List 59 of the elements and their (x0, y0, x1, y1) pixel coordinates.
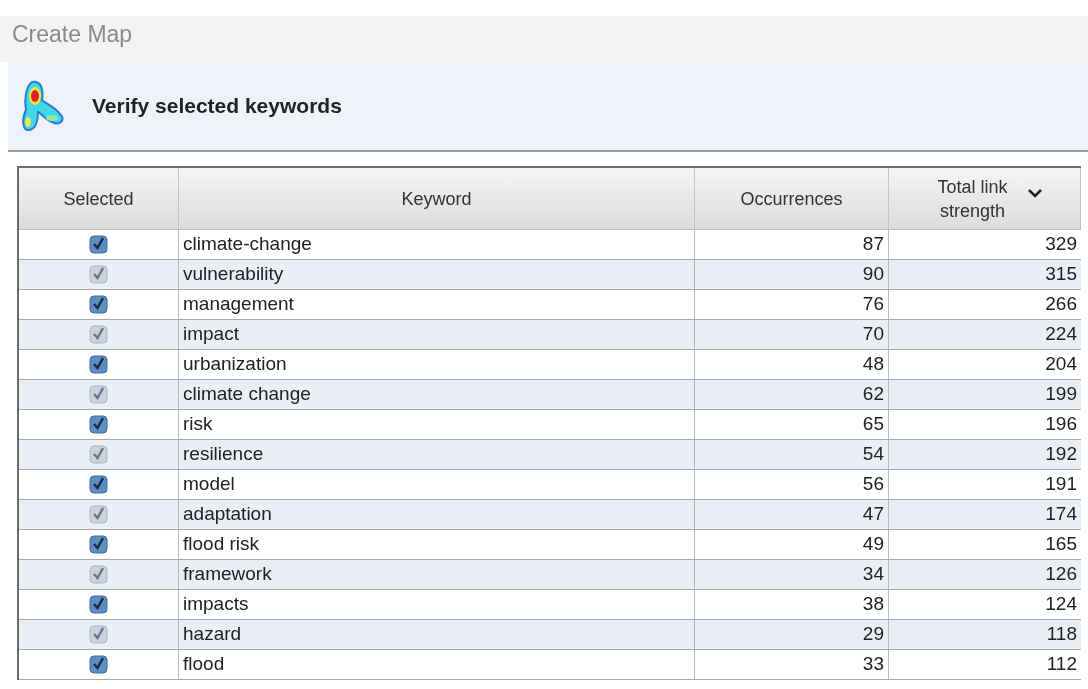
table-cell: risk (179, 410, 695, 439)
table-cell: 48 (695, 350, 889, 379)
table-cell-text: 204 (1044, 352, 1078, 377)
table-cell: framework (179, 560, 695, 589)
table-cell-text: 124 (1044, 592, 1078, 617)
table-cell: impact (179, 320, 695, 349)
table-cell: 54 (695, 440, 889, 469)
column-header[interactable]: Total link strength (889, 168, 1081, 229)
table-cell: urbanization (179, 350, 695, 379)
table-cell: impacts (179, 590, 695, 619)
table-cell: 70 (695, 320, 889, 349)
table-cell: flood risk (179, 530, 695, 559)
table-cell: 87 (695, 230, 889, 259)
table-cell-text: 199 (1044, 382, 1078, 407)
table-cell: 56 (695, 470, 889, 499)
checkbox[interactable] (89, 475, 108, 494)
table-cell: 38 (695, 590, 889, 619)
table-cell-text: 165 (1044, 532, 1078, 557)
checkbox[interactable] (89, 415, 108, 434)
table-cell: adaptation (179, 500, 695, 529)
column-header[interactable]: Keyword (179, 168, 695, 229)
table-cell-text: 315 (1044, 262, 1078, 287)
checkbox[interactable] (89, 355, 108, 374)
checkbox[interactable] (89, 235, 108, 254)
table-cell-text: 329 (1044, 232, 1078, 257)
window-title: Create Map (12, 20, 133, 49)
table-cell: management (179, 290, 695, 319)
table-cell: 29 (695, 620, 889, 649)
column-header[interactable]: Occurrences (695, 168, 889, 229)
table-cell: model (179, 470, 695, 499)
checkbox[interactable] (89, 595, 108, 614)
table-cell: resilience (179, 440, 695, 469)
table-cell: 49 (695, 530, 889, 559)
table-cell: 34 (695, 560, 889, 589)
table-cell: 76 (695, 290, 889, 319)
table-cell-text: 196 (1044, 412, 1078, 437)
column-header[interactable]: Selected (19, 168, 179, 229)
table-cell: climate-change (179, 230, 695, 259)
page-heading: Verify selected keywords (92, 93, 342, 120)
table-cell-text: 174 (1044, 502, 1078, 527)
table-cell: 90 (695, 260, 889, 289)
table-cell: climate change (179, 380, 695, 409)
checkbox[interactable] (89, 655, 108, 674)
table-cell: vulnerability (179, 260, 695, 289)
table-cell: 62 (695, 380, 889, 409)
checkbox[interactable] (89, 535, 108, 554)
table-cell: 47 (695, 500, 889, 529)
table-cell: 33 (695, 650, 889, 679)
table-cell-text: 126 (1044, 562, 1078, 587)
table-cell-text: 112 (1045, 652, 1078, 677)
table-cell: flood (179, 650, 695, 679)
table-cell-text: 266 (1044, 292, 1078, 317)
table-cell-text: 224 (1044, 322, 1078, 347)
checkbox[interactable] (89, 295, 108, 314)
table-cell-text: 191 (1044, 472, 1078, 497)
table-cell-text: 118 (1045, 622, 1078, 647)
table-cell: 65 (695, 410, 889, 439)
table-cell: hazard (179, 620, 695, 649)
table-cell-text: 192 (1044, 442, 1078, 467)
